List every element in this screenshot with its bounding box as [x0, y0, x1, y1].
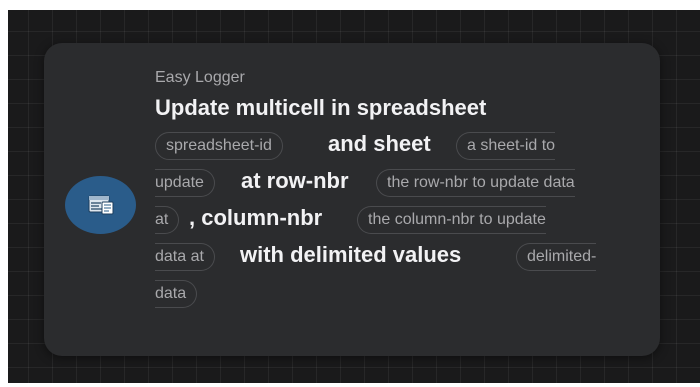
delimited-data-input-continued[interactable]: data: [155, 280, 198, 308]
row-nbr-input-continued[interactable]: at: [155, 206, 180, 234]
node-content: Easy Logger Update multicell in spreadsh…: [155, 68, 655, 315]
column-nbr-input[interactable]: the column-nbr to update: [357, 206, 546, 234]
left-border: [0, 0, 8, 387]
node-icon-badge: [65, 176, 136, 234]
spreadsheet-log-icon: [88, 195, 113, 215]
sentence-line-4: data at with delimited values delimited-: [155, 241, 655, 278]
sentence-text-column-nbr: , column-nbr: [189, 205, 323, 230]
sentence-line-5: data: [155, 278, 655, 315]
bottom-border: [0, 383, 700, 387]
spreadsheet-id-input[interactable]: spreadsheet-id: [155, 132, 283, 160]
node-subtitle: Easy Logger: [155, 69, 245, 86]
sentence-text-and-sheet: and sheet: [328, 131, 431, 156]
sentence-line-3: at , column-nbr the column-nbr to update: [155, 204, 655, 241]
delimited-data-input[interactable]: delimited-: [516, 243, 597, 271]
sheet-id-input-continued[interactable]: update: [155, 169, 215, 197]
column-nbr-input-continued[interactable]: data at: [155, 243, 215, 271]
row-nbr-input[interactable]: the row-nbr to update data: [376, 169, 575, 197]
sentence-text-with-delimited-values: with delimited values: [240, 242, 462, 267]
sentence-line-2: update at row-nbr the row-nbr to update …: [155, 167, 655, 204]
sentence-text-at-row: at row-nbr: [241, 168, 349, 193]
sheet-id-input[interactable]: a sheet-id to: [456, 132, 556, 160]
top-border: [0, 0, 700, 10]
sentence-line-1: spreadsheet-id and sheet a sheet-id to: [155, 130, 655, 167]
node-title: Update multicell in spreadsheet: [155, 95, 487, 120]
